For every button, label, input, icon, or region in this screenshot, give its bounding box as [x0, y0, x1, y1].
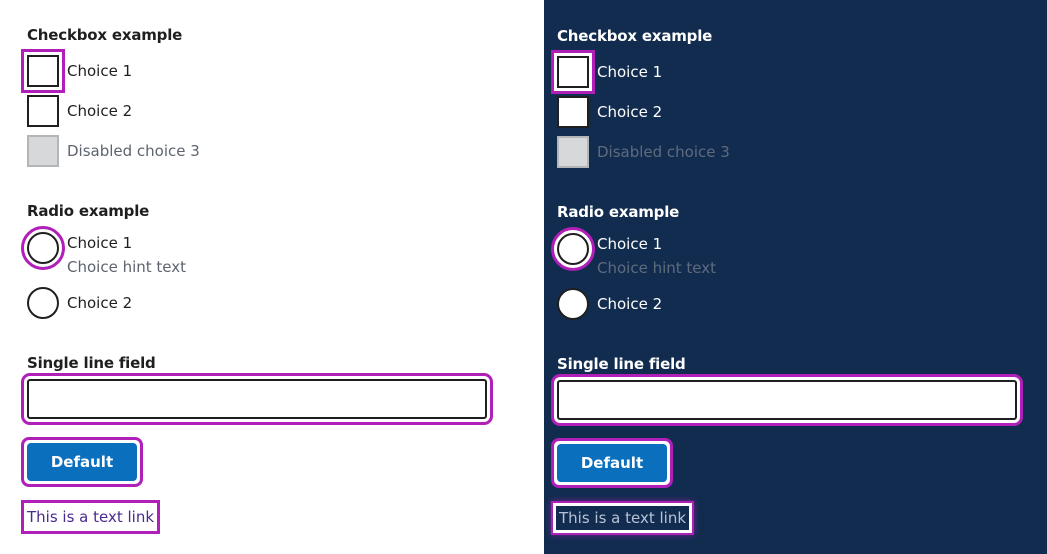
- link-focus-ring: This is a text link: [21, 500, 161, 534]
- checkbox-choice-2[interactable]: Choice 2: [27, 95, 132, 127]
- radio-label: Choice 1: [597, 234, 663, 253]
- checkbox-choice-2[interactable]: Choice 2: [557, 96, 662, 128]
- radio-choice-2[interactable]: Choice 2: [557, 288, 662, 320]
- default-button[interactable]: Default: [27, 443, 137, 481]
- button-focus-ring: Default: [21, 437, 143, 487]
- radio-button[interactable]: [557, 288, 589, 320]
- checkbox-choice-3-disabled: Disabled choice 3: [557, 136, 730, 168]
- checkbox-choice-1[interactable]: Choice 1: [21, 49, 133, 93]
- radio-group-title: Radio example: [557, 203, 680, 221]
- default-button[interactable]: Default: [557, 444, 667, 482]
- checkbox-group-title: Checkbox example: [557, 27, 713, 45]
- radio-button[interactable]: [557, 233, 589, 265]
- radio-group-title: Radio example: [27, 202, 150, 220]
- radio-hint-text: Choice hint text: [597, 259, 717, 277]
- checkbox-box[interactable]: [557, 96, 589, 128]
- field-label: Single line field: [557, 355, 686, 373]
- checkbox-label: Choice 1: [67, 62, 133, 80]
- radio-choice-2[interactable]: Choice 2: [27, 287, 132, 319]
- checkbox-choice-3-disabled: Disabled choice 3: [27, 135, 200, 167]
- checkbox-box-disabled: [557, 136, 589, 168]
- single-line-field-input[interactable]: [557, 380, 1017, 420]
- button-focus-ring: Default: [551, 438, 673, 488]
- radio-label: Choice 2: [67, 294, 133, 312]
- checkbox-choice-1[interactable]: Choice 1: [551, 50, 663, 94]
- field-label: Single line field: [27, 354, 156, 372]
- checkbox-label: Choice 2: [67, 102, 133, 120]
- single-line-field-input[interactable]: [27, 379, 487, 419]
- text-link[interactable]: This is a text link: [27, 508, 154, 526]
- dark-theme-panel: Checkbox example Choice 1 Choice 2 Disab…: [544, 0, 1047, 554]
- checkbox-label: Disabled choice 3: [597, 143, 730, 161]
- link-focus-ring: This is a text link: [553, 503, 693, 533]
- checkbox-box[interactable]: [557, 56, 589, 88]
- text-link[interactable]: This is a text link: [559, 509, 686, 527]
- radio-button[interactable]: [27, 232, 59, 264]
- radio-label: Choice 2: [597, 295, 663, 313]
- checkbox-box[interactable]: [27, 55, 59, 87]
- light-theme-panel: Checkbox example Choice 1 Choice 2 Disab…: [0, 0, 544, 554]
- checkbox-box[interactable]: [27, 95, 59, 127]
- checkbox-group-title: Checkbox example: [27, 26, 183, 44]
- radio-hint-text: Choice hint text: [67, 258, 187, 276]
- radio-button[interactable]: [27, 287, 59, 319]
- field-focus-ring: [21, 373, 493, 425]
- field-focus-ring: [551, 374, 1023, 426]
- checkbox-label: Disabled choice 3: [67, 142, 200, 160]
- checkbox-label: Choice 2: [597, 103, 663, 121]
- checkbox-label: Choice 1: [597, 63, 663, 81]
- checkbox-box-disabled: [27, 135, 59, 167]
- radio-label: Choice 1: [67, 233, 133, 252]
